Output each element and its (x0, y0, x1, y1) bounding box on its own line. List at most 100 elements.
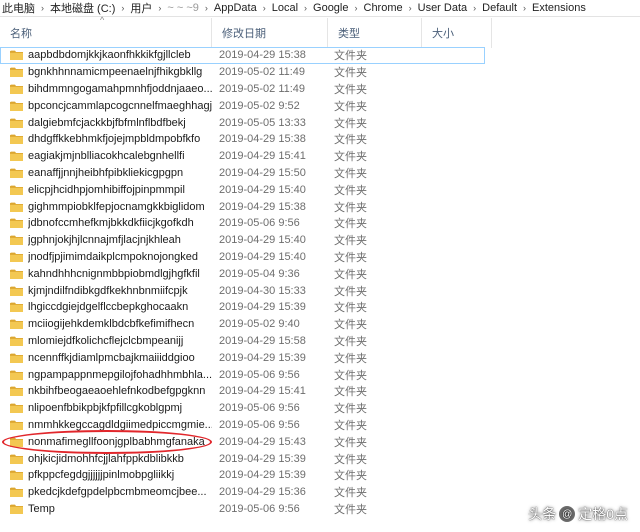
list-item[interactable]: bpconcjcammlapcogcnnelfmaeghhagj 2019-05-… (0, 97, 640, 114)
folder-icon (10, 134, 23, 145)
breadcrumb-item[interactable]: User Data (416, 2, 470, 14)
file-name: ngpampappnmepgilojfohadhhmbhla... (28, 368, 212, 381)
list-item[interactable]: dhdgffkkebhmkfjojejmpbldmpobfkfo 2019-04-… (0, 131, 640, 148)
breadcrumb-item[interactable]: Extensions (530, 2, 588, 14)
column-date-modified[interactable]: 修改日期 (212, 18, 328, 48)
folder-icon (10, 386, 23, 397)
file-name-cell: nlipoenfbbikpbjkfpfillcgkoblgpmj (0, 402, 212, 414)
list-item[interactable]: ngpampappnmepgilojfohadhhmbhla... 2019-05… (0, 366, 640, 383)
column-type[interactable]: 类型 (328, 18, 422, 48)
file-type: 文件夹 (334, 100, 367, 113)
list-item[interactable]: ncennffkjdiamlpmcbajkmaiiiddgioo 2019-04-… (0, 349, 640, 366)
list-item[interactable]: mlomiejdfkolichcflejclcbmpeanijj 2019-04-… (0, 333, 640, 350)
folder-icon (10, 353, 23, 363)
date-modified: 2019-05-06 9:56 (219, 402, 300, 415)
breadcrumb-separator-icon[interactable]: › (117, 3, 128, 13)
file-name: nkbihfbeogaeaoehlefnkodbefgpgknn (28, 385, 206, 398)
file-name-cell: nkbihfbeogaeaoehlefnkodbefgpgknn (0, 385, 212, 397)
folder-icon (10, 101, 23, 111)
date-modified: 2019-04-29 15:40 (219, 250, 306, 263)
file-name-cell: gighmmpiobklfepjocnamgkkbiglidom (0, 201, 212, 213)
list-item[interactable]: pfkppcfegdgjjjjjjpinlmobpgliikkj 2019-04-… (0, 467, 640, 484)
breadcrumb-separator-icon[interactable]: › (469, 3, 480, 13)
file-type: 文件夹 (334, 335, 367, 348)
file-name-cell: ncennffkjdiamlpmcbajkmaiiiddgioo (0, 352, 212, 364)
file-type: 文件夹 (334, 134, 367, 147)
breadcrumb-separator-icon[interactable]: › (259, 3, 270, 13)
file-name: mlomiejdfkolichcflejclcbmpeanijj (28, 334, 184, 347)
breadcrumb-item[interactable]: 用户 (128, 0, 154, 16)
file-name-cell: eagiakjmjnblliacokhcalebgnhellfi (0, 150, 212, 162)
folder-icon (10, 420, 23, 430)
watermark-suffix: 定格0点 (578, 506, 628, 522)
folder-icon (10, 504, 23, 514)
folder-icon (10, 67, 23, 78)
file-name-cell: dhdgffkkebhmkfjojejmpbldmpobfkfo (0, 133, 212, 145)
date-modified: 2019-05-06 9:56 (219, 418, 300, 431)
date-modified: 2019-05-02 11:49 (219, 82, 306, 95)
breadcrumb-separator-icon[interactable]: › (351, 3, 362, 13)
breadcrumb-separator-icon[interactable]: › (300, 3, 311, 13)
folder-icon (10, 202, 23, 212)
folder-icon (10, 319, 23, 330)
breadcrumb-item[interactable]: AppData (212, 2, 259, 14)
file-type: 文件夹 (334, 319, 367, 332)
address-bar[interactable]: 此电脑 › 本地磁盘 (C:) › 用户 › ~ ~ ~9 › AppData › Local › Go… (0, 0, 640, 17)
list-item[interactable]: nkbihfbeogaeaoehlefnkodbefgpgknn 2019-04-… (0, 383, 640, 400)
folder-icon (10, 403, 23, 414)
list-item[interactable]: bgnkhhnnamicmpeenaelnjfhikgbkllg 2019-05-… (0, 64, 640, 81)
folder-icon (10, 454, 23, 464)
file-name-cell: pkedcjkdefgpdelpbcmbmeomcjbee... (0, 486, 212, 498)
file-type: 文件夹 (334, 470, 367, 483)
file-name: elicpjhcidhpjomhibiffojpinpmmpil (28, 183, 185, 196)
breadcrumb-separator-icon[interactable]: › (37, 3, 48, 13)
list-item[interactable]: gighmmpiobklfepjocnamgkkbiglidom 2019-04-… (0, 198, 640, 215)
date-modified: 2019-05-02 11:49 (219, 66, 306, 79)
list-item[interactable]: nonmafimegllfoonjgplbabhmgfanaka 2019-04-… (0, 433, 640, 450)
file-name: jgphnjokjhjlcnnajmfjlacjnjkhleah (28, 234, 181, 247)
date-modified: 2019-04-29 15:40 (219, 183, 306, 196)
list-item[interactable]: jdbnofccmhefkmjbkkdkfiicjkgofkdh 2019-05-… (0, 215, 640, 232)
breadcrumb-item[interactable]: ~ ~ ~9 (165, 2, 201, 14)
list-item[interactable]: lhgiccdgiejdgelflccbepkghocaakn 2019-04-2… (0, 299, 640, 316)
column-size[interactable]: 大小 (422, 18, 492, 48)
folder-icon (10, 286, 23, 296)
file-name: Temp (28, 502, 55, 515)
breadcrumb-separator-icon[interactable]: › (405, 3, 416, 13)
date-modified: 2019-04-29 15:39 (219, 301, 306, 314)
breadcrumb-item[interactable]: Local (270, 2, 300, 14)
list-item[interactable]: pkedcjkdefgpdelpbcmbmeomcjbee... 2019-04-… (0, 484, 640, 501)
folder-icon (10, 185, 23, 195)
list-item[interactable]: kjmjndilfndibkgdfkekhnbnmiifcpjk 2019-04-… (0, 282, 640, 299)
file-type: 文件夹 (334, 235, 367, 248)
list-item[interactable]: dalgiebmfcjackkbjfbfmlnflbdfbekj 2019-05-… (0, 114, 640, 131)
breadcrumb-item[interactable]: Chrome (362, 2, 405, 14)
list-item[interactable]: aapbdbdomjkkjkaonfhkkikfgjllcleb 2019-04-… (0, 47, 485, 64)
breadcrumb-separator-icon[interactable]: › (519, 3, 530, 13)
breadcrumb-separator-icon[interactable]: › (154, 3, 165, 13)
list-item[interactable]: mciiogijehkdemklbdcbfkefimifhecn 2019-05-… (0, 316, 640, 333)
breadcrumb-item[interactable]: 此电脑 (0, 0, 37, 16)
watermark: 头条 @ 定格0点 (528, 504, 628, 524)
list-item[interactable]: bihdmmngogamahpmnhfjoddnjaaeo... 2019-05-… (0, 81, 640, 98)
breadcrumb-separator-icon[interactable]: › (201, 3, 212, 13)
list-item[interactable]: nlipoenfbbikpbjkfpfillcgkoblgpmj 2019-05-… (0, 400, 640, 417)
date-modified: 2019-04-29 15:36 (219, 486, 306, 499)
list-item[interactable]: jnodfjpjimimdaikplcmpoknojongked 2019-04-… (0, 249, 640, 266)
folder-icon (10, 470, 23, 481)
file-name: eanaffjjnnjheibhfpibkliekicgpgpn (28, 166, 184, 179)
file-name-cell: elicpjhcidhpjomhibiffojpinpmmpil (0, 184, 212, 196)
list-item[interactable]: kahndhhhcnignmbbpiobmdlgjhgfkfil 2019-05-… (0, 265, 640, 282)
list-item[interactable]: elicpjhcidhpjomhibiffojpinpmmpil 2019-04-… (0, 181, 640, 198)
list-item[interactable]: ohjkicjidmohhfcjjlahfppkdblibkkb 2019-04-… (0, 450, 640, 467)
list-item[interactable]: eagiakjmjnblliacokhcalebgnhellfi 2019-04-… (0, 148, 640, 165)
file-type: 文件夹 (334, 151, 367, 164)
breadcrumb-item[interactable]: 本地磁盘 (C:) (48, 0, 117, 16)
list-item[interactable]: eanaffjjnnjheibhfpibkliekicgpgpn 2019-04-… (0, 165, 640, 182)
column-name[interactable]: ^ 名称 (0, 15, 212, 48)
list-item[interactable]: nmmhkkegccagdldgiimedpiccmgmie... 2019-05… (0, 417, 640, 434)
file-name: eagiakjmjnblliacokhcalebgnhellfi (28, 150, 185, 163)
breadcrumb-item[interactable]: Default (480, 2, 519, 14)
list-item[interactable]: jgphnjokjhjlcnnajmfjlacjnjkhleah 2019-04-… (0, 232, 640, 249)
breadcrumb-item[interactable]: Google (311, 2, 350, 14)
